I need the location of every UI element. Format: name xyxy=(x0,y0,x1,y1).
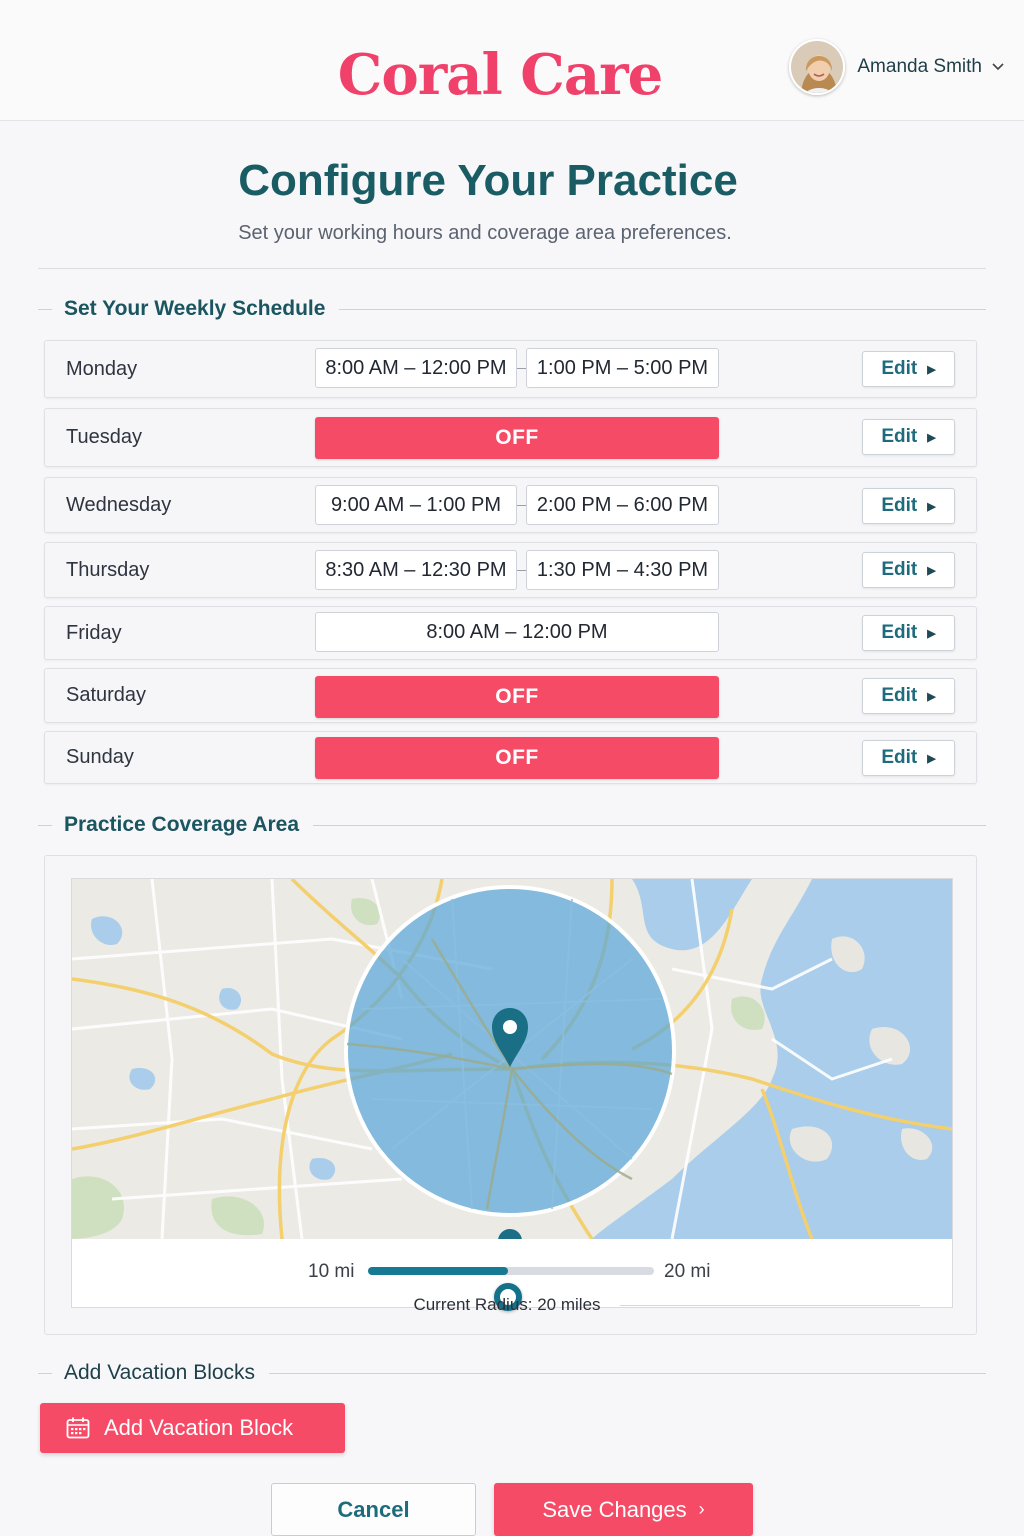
day-name: Thursday xyxy=(66,558,150,581)
time-slot-full[interactable]: 8:00 AM – 12:00 PM xyxy=(315,612,719,652)
current-radius-label: Current Radius: 20 miles xyxy=(413,1295,601,1314)
radius-slider-track[interactable] xyxy=(368,1267,654,1311)
slot-connector xyxy=(517,570,526,571)
heading-line xyxy=(269,1372,986,1374)
chevron-right-icon: ▶ xyxy=(927,363,936,376)
calendar-icon xyxy=(66,1417,90,1439)
radius-slider-fill xyxy=(368,1267,508,1275)
chevron-right-icon: ▶ xyxy=(927,500,936,513)
section-heading-coverage: Practice Coverage Area xyxy=(38,810,986,840)
schedule-heading: Set Your Weekly Schedule xyxy=(64,297,326,320)
edit-label: Edit xyxy=(881,495,918,516)
time-slot-afternoon[interactable]: 1:30 PM – 4:30 PM xyxy=(526,550,719,590)
avatar xyxy=(789,39,846,95)
cancel-button[interactable]: Cancel xyxy=(271,1483,476,1536)
edit-button-friday[interactable]: Edit ▶ xyxy=(862,615,955,651)
chevron-right-icon: ▶ xyxy=(927,564,936,577)
day-row-tuesday: Tuesday OFF Edit ▶ xyxy=(44,408,977,467)
off-status-bar[interactable]: OFF xyxy=(315,676,719,718)
edit-button-wednesday[interactable]: Edit ▶ xyxy=(862,488,955,524)
slot-connector xyxy=(517,368,526,369)
header-divider xyxy=(38,268,986,269)
day-name: Friday xyxy=(66,621,122,644)
page-title: Configure Your Practice xyxy=(238,156,738,205)
coverage-map-frame: 10 mi 20 mi Current Radius: 20 miles xyxy=(71,878,953,1314)
chevron-right-icon: ▶ xyxy=(927,431,936,444)
user-name: Amanda Smith xyxy=(857,56,982,77)
day-row-monday: Monday 8:00 AM – 12:00 PM 1:00 PM – 5:00… xyxy=(44,340,977,398)
heading-line xyxy=(313,824,986,826)
user-menu[interactable]: Amanda Smith xyxy=(789,39,1004,95)
top-header: Coral Care Amanda Smith xyxy=(0,0,1024,121)
coverage-card: 10 mi 20 mi Current Radius: 20 miles xyxy=(44,855,977,1335)
time-slot-morning[interactable]: 8:30 AM – 12:30 PM xyxy=(315,550,517,590)
add-vacation-block-button[interactable]: Add Vacation Block xyxy=(40,1403,345,1453)
day-row-sunday: Sunday OFF Edit ▶ xyxy=(44,731,977,784)
time-slot-afternoon[interactable]: 1:00 PM – 5:00 PM xyxy=(526,348,719,388)
save-changes-button[interactable]: Save Changes › xyxy=(494,1483,753,1536)
edit-button-tuesday[interactable]: Edit ▶ xyxy=(862,419,955,455)
save-changes-label: Save Changes xyxy=(542,1496,687,1522)
edit-label: Edit xyxy=(881,559,918,580)
day-name: Wednesday xyxy=(66,493,172,516)
heading-dash xyxy=(38,1372,52,1374)
page-subtitle: Set your working hours and coverage area… xyxy=(238,222,732,244)
section-heading-vacation: Add Vacation Blocks xyxy=(38,1358,986,1388)
coverage-map[interactable] xyxy=(72,879,952,1239)
heading-dash xyxy=(38,824,52,826)
off-status-bar[interactable]: OFF xyxy=(315,417,719,459)
vacation-heading: Add Vacation Blocks xyxy=(64,1361,256,1384)
chevron-right-icon: › xyxy=(698,1499,705,1519)
edit-button-thursday[interactable]: Edit ▶ xyxy=(862,552,955,588)
chevron-down-icon[interactable] xyxy=(992,60,1004,74)
edit-label: Edit xyxy=(881,747,918,768)
time-slot-morning[interactable]: 9:00 AM – 1:00 PM xyxy=(315,485,517,525)
add-vacation-block-label: Add Vacation Block xyxy=(104,1415,294,1440)
chevron-right-icon: ▶ xyxy=(927,627,936,640)
day-row-wednesday: Wednesday 9:00 AM – 1:00 PM 2:00 PM – 6:… xyxy=(44,477,977,533)
coverage-heading: Practice Coverage Area xyxy=(64,813,300,836)
off-status-bar[interactable]: OFF xyxy=(315,737,719,779)
day-name: Tuesday xyxy=(66,426,142,448)
chevron-right-icon: ▶ xyxy=(927,690,936,703)
slider-min-label: 10 mi xyxy=(308,1261,355,1282)
edit-button-saturday[interactable]: Edit ▶ xyxy=(862,678,955,714)
radius-slider-row: 10 mi 20 mi Current Radius: 20 miles xyxy=(72,1241,952,1314)
day-name: Monday xyxy=(66,357,138,380)
edit-label: Edit xyxy=(881,358,918,379)
day-row-saturday: Saturday OFF Edit ▶ xyxy=(44,668,977,723)
edit-label: Edit xyxy=(881,685,918,706)
day-row-thursday: Thursday 8:30 AM – 12:30 PM 1:30 PM – 4:… xyxy=(44,542,977,598)
section-heading-schedule: Set Your Weekly Schedule xyxy=(38,294,986,324)
heading-dash xyxy=(38,308,52,310)
edit-label: Edit xyxy=(881,622,918,643)
edit-button-monday[interactable]: Edit ▶ xyxy=(862,351,955,387)
day-name: Saturday xyxy=(66,684,147,706)
edit-label: Edit xyxy=(881,426,918,447)
chevron-right-icon: ▶ xyxy=(927,752,936,765)
time-slot-morning[interactable]: 8:00 AM – 12:00 PM xyxy=(315,348,517,388)
heading-line xyxy=(339,308,986,310)
time-slot-afternoon[interactable]: 2:00 PM – 6:00 PM xyxy=(526,485,719,525)
slot-connector xyxy=(517,505,526,506)
edit-button-sunday[interactable]: Edit ▶ xyxy=(862,740,955,776)
slider-max-label: 20 mi xyxy=(664,1261,711,1282)
day-name: Sunday xyxy=(66,746,134,768)
day-row-friday: Friday 8:00 AM – 12:00 PM Edit ▶ xyxy=(44,606,977,660)
